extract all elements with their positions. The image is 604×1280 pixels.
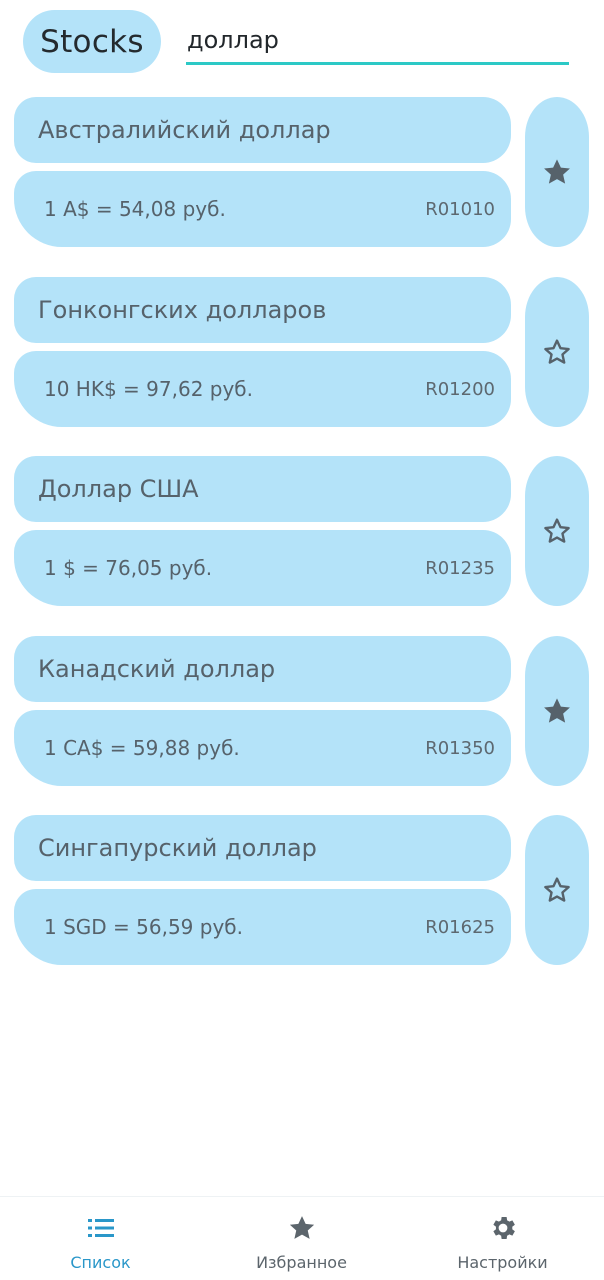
currency-code: R01625 xyxy=(425,916,495,938)
currency-rate: 1 CA$ = 59,88 руб. xyxy=(44,736,240,760)
currency-rate: 10 HK$ = 97,62 руб. xyxy=(44,377,253,401)
nav-item-favorites[interactable]: Избранное xyxy=(201,1197,402,1280)
currency-code: R01010 xyxy=(425,198,495,220)
currency-rate: 1 $ = 76,05 руб. xyxy=(44,556,213,580)
favorite-toggle-button[interactable] xyxy=(525,277,589,427)
search-input[interactable] xyxy=(186,18,569,62)
currency-name[interactable]: Гонконгских долларов xyxy=(14,277,511,343)
currency-rate: 1 SGD = 56,59 руб. xyxy=(44,915,243,939)
currency-code: R01350 xyxy=(425,737,495,759)
favorite-toggle-button[interactable] xyxy=(525,456,589,606)
app-title-button[interactable]: Stocks xyxy=(23,10,161,73)
list-icon xyxy=(87,1219,114,1237)
currency-name[interactable]: Канадский доллар xyxy=(14,636,511,702)
star-outline-icon xyxy=(544,518,570,543)
currency-code: R01200 xyxy=(425,378,495,400)
nav-label-list: Список xyxy=(70,1253,131,1272)
currency-name[interactable]: Доллар США xyxy=(14,456,511,522)
star-outline-icon xyxy=(544,877,570,902)
nav-label-favorites: Избранное xyxy=(256,1253,347,1272)
header: Stocks xyxy=(0,0,604,90)
currency-rate-row[interactable]: 1 SGD = 56,59 руб. R01625 xyxy=(14,889,511,965)
nav-item-list[interactable]: Список xyxy=(0,1197,201,1280)
currency-name[interactable]: Австралийский доллар xyxy=(14,97,511,163)
star-filled-icon xyxy=(544,159,570,184)
app-screen: Stocks Австралийский доллар 1 A$ = 54,08… xyxy=(0,0,604,1280)
favorite-toggle-button[interactable] xyxy=(525,97,589,247)
star-icon xyxy=(289,1216,314,1239)
currency-code: R01235 xyxy=(425,557,495,579)
bottom-navigation: Список Избранное Настройки xyxy=(0,1196,604,1280)
gear-icon xyxy=(492,1217,515,1239)
currency-card: Канадский доллар 1 CA$ = 59,88 руб. R013… xyxy=(0,636,604,786)
search-field[interactable] xyxy=(186,18,569,66)
nav-item-settings[interactable]: Настройки xyxy=(402,1197,603,1280)
favorite-toggle-button[interactable] xyxy=(525,636,589,786)
currency-rate-row[interactable]: 1 $ = 76,05 руб. R01235 xyxy=(14,530,511,606)
currency-card: Австралийский доллар 1 A$ = 54,08 руб. R… xyxy=(0,97,604,247)
currency-rate-row[interactable]: 1 A$ = 54,08 руб. R01010 xyxy=(14,171,511,247)
nav-label-settings: Настройки xyxy=(457,1253,548,1272)
currency-card: Сингапурский доллар 1 SGD = 56,59 руб. R… xyxy=(0,815,604,965)
currency-rate-row[interactable]: 10 HK$ = 97,62 руб. R01200 xyxy=(14,351,511,427)
star-filled-icon xyxy=(544,698,570,723)
search-underline xyxy=(186,62,569,65)
favorite-toggle-button[interactable] xyxy=(525,815,589,965)
currency-name[interactable]: Сингапурский доллар xyxy=(14,815,511,881)
star-outline-icon xyxy=(544,339,570,364)
currency-card: Гонконгских долларов 10 HK$ = 97,62 руб.… xyxy=(0,277,604,427)
currency-rate: 1 A$ = 54,08 руб. xyxy=(44,197,226,221)
currency-card: Доллар США 1 $ = 76,05 руб. R01235 xyxy=(0,456,604,606)
currency-rate-row[interactable]: 1 CA$ = 59,88 руб. R01350 xyxy=(14,710,511,786)
